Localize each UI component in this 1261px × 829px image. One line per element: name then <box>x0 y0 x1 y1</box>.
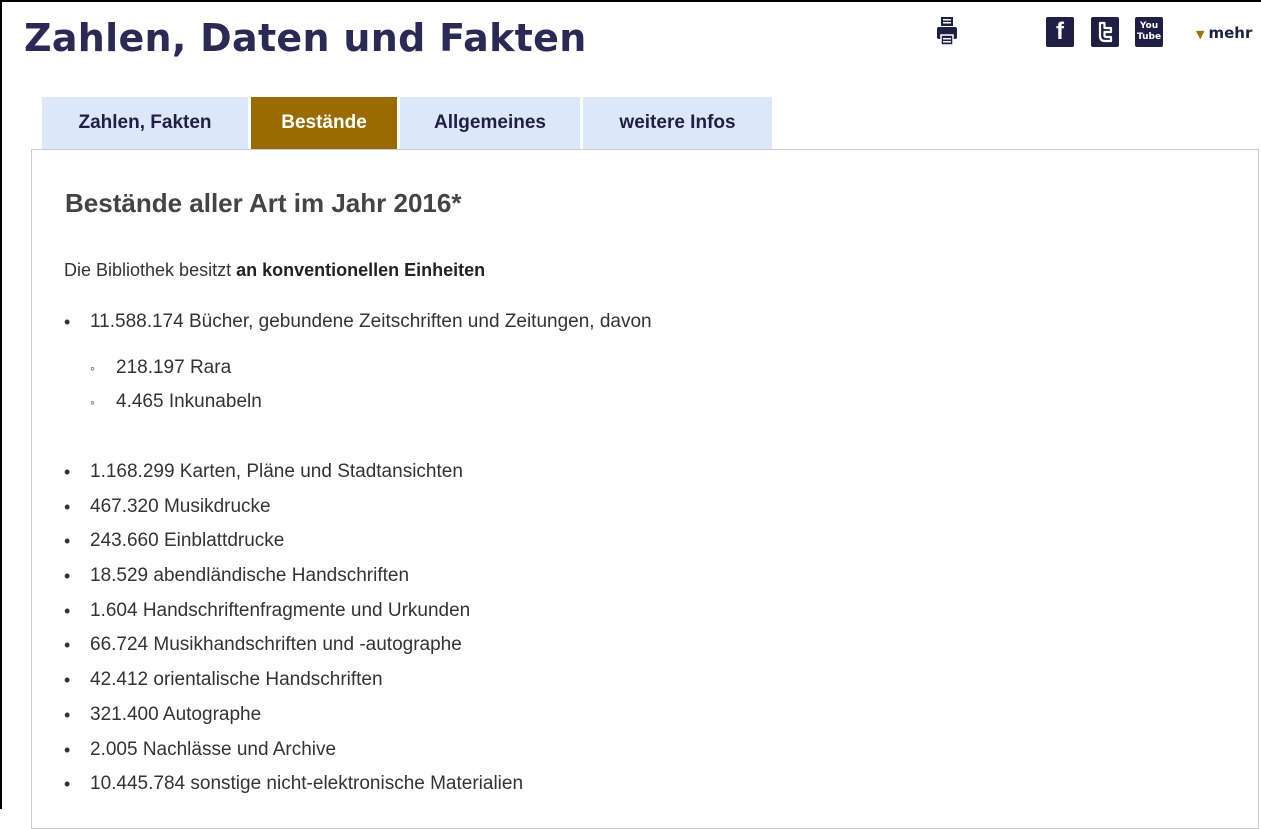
section-heading: Bestände aller Art im Jahr 2016* <box>65 188 462 218</box>
more-link-label: mehr <box>1208 24 1253 42</box>
twitter-icon[interactable] <box>1091 17 1119 47</box>
tab-zahlen-fakten[interactable]: Zahlen, Fakten <box>42 97 248 149</box>
sub-list-item: 4.465 Inkunabeln <box>90 385 262 419</box>
intro-text: Die Bibliothek besitzt an konventionelle… <box>64 260 485 281</box>
list-item: 10.445.784 sonstige nicht-elektronische … <box>64 767 523 802</box>
print-icon[interactable] <box>936 16 958 46</box>
youtube-icon[interactable]: You Tube <box>1135 17 1163 47</box>
header-tools: f You Tube ▼ mehr <box>2 16 1261 56</box>
tab-allgemeines[interactable]: Allgemeines <box>400 97 580 149</box>
tab-weitere-infos[interactable]: weitere Infos <box>583 97 772 149</box>
list-item: 18.529 abendländische Handschriften <box>64 559 523 594</box>
youtube-icon-line2: Tube <box>1136 32 1162 42</box>
youtube-icon-line1: You <box>1139 21 1159 31</box>
list-item: 467.320 Musikdrucke <box>64 490 523 525</box>
list-item: 66.724 Musikhandschriften und -autograph… <box>64 628 523 663</box>
list-item: 1.604 Handschriftenfragmente und Urkunde… <box>64 594 523 629</box>
tab-bestaende[interactable]: Bestände <box>251 97 397 149</box>
chevron-icon: ▼ <box>1196 28 1205 41</box>
list-item: 1.168.299 Karten, Pläne und Stadtansicht… <box>64 455 523 490</box>
list-item: 2.005 Nachlässe und Archive <box>64 733 523 768</box>
intro-text-bold: an konventionellen Einheiten <box>236 260 486 280</box>
more-link[interactable]: ▼ mehr <box>1196 24 1252 42</box>
sub-list-item: 218.197 Rara <box>90 351 262 385</box>
tab-bar: Zahlen, Fakten Bestände Allgemeines weit… <box>42 97 775 149</box>
main-list: 11.588.174 Bücher, gebundene Zeitschrift… <box>64 304 652 340</box>
sub-list: 218.197 Rara 4.465 Inkunabeln <box>90 351 262 419</box>
list-item: 42.412 orientalische Handschriften <box>64 663 523 698</box>
list-item: 321.400 Autographe <box>64 698 523 733</box>
holdings-list: 1.168.299 Karten, Pläne und Stadtansicht… <box>64 455 523 802</box>
facebook-icon[interactable]: f <box>1046 17 1074 47</box>
list-item: 11.588.174 Bücher, gebundene Zeitschrift… <box>64 304 652 340</box>
content-panel: Bestände aller Art im Jahr 2016* Die Bib… <box>31 149 1259 829</box>
list-item: 243.660 Einblattdrucke <box>64 524 523 559</box>
intro-text-plain: Die Bibliothek besitzt <box>64 260 232 280</box>
